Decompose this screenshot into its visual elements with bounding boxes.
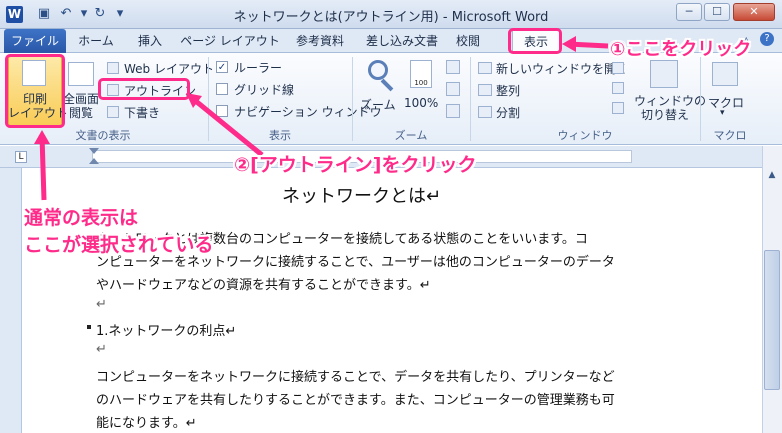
arrow-to-print-layout	[39, 135, 47, 201]
arrow-head-view-tab	[562, 36, 576, 52]
callout-normal-line-1: 通常の表示は	[24, 207, 139, 229]
callout-step-1: ①ここをクリック	[610, 39, 752, 60]
callout-normal-line-2: ここが選択されている	[24, 234, 214, 256]
arrow-head-print-layout	[34, 130, 50, 144]
callout-step-2: ②[アウトライン]をクリック	[234, 154, 477, 176]
arrow-to-outline-button	[190, 96, 264, 157]
